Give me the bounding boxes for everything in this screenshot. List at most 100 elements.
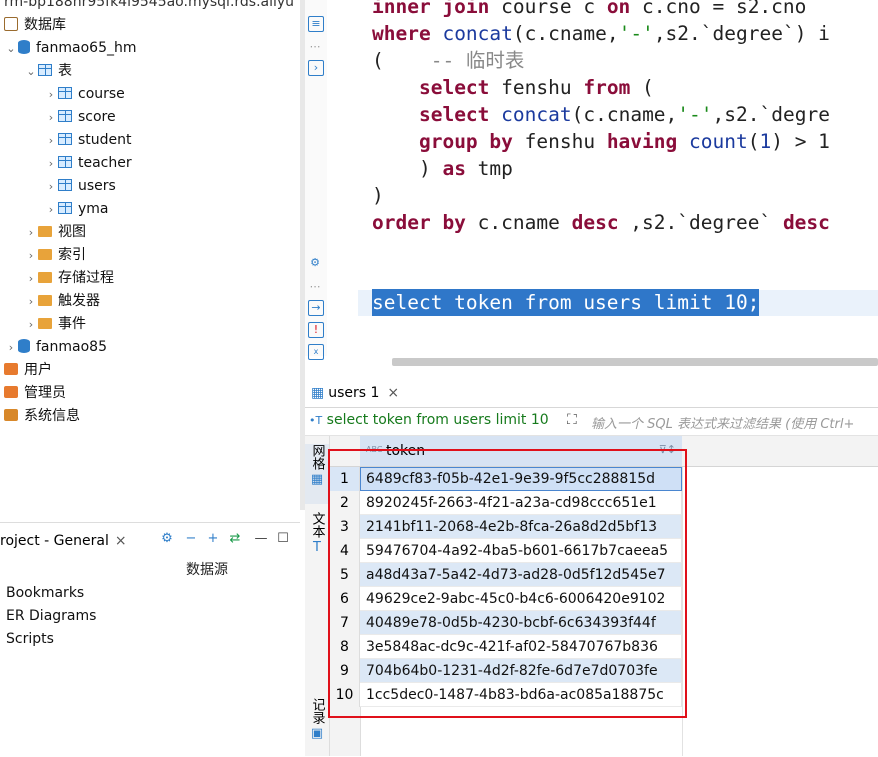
table-row[interactable]: 8 3e5848ac-dc9c-421f-af02-58470767b836 bbox=[330, 635, 878, 659]
project-item-er-diagrams[interactable]: ER Diagrams bbox=[6, 608, 96, 624]
tree-folder-indexes[interactable]: › 索引 bbox=[24, 244, 86, 266]
tab-record[interactable]: 记录 ▣ bbox=[305, 698, 329, 752]
tables-folder-icon bbox=[38, 64, 52, 76]
terminal-icon[interactable]: › bbox=[308, 60, 324, 76]
results-grid: ABC token ⊽↕ 1 6489cf83-f05b-42e1-9e39-9f… bbox=[330, 436, 878, 756]
table-row[interactable]: 3 2141bf11-2068-4e2b-8fca-26a8d2d5bf13 bbox=[330, 515, 878, 539]
table-icon: ▦ bbox=[311, 385, 325, 401]
table-row[interactable]: 10 1cc5dec0-1487-4b83-bd6a-ac085a18875c bbox=[330, 683, 878, 707]
minimize-icon[interactable]: — bbox=[254, 532, 268, 546]
code-line: group by fenshu having count(1) > 1 bbox=[418, 130, 830, 153]
tree-schema-fanmao65[interactable]: ⌄ fanmao65_hm bbox=[4, 37, 137, 59]
datasource-column-header: 数据源 bbox=[186, 562, 228, 578]
tab-grid[interactable]: 网格 ▦ bbox=[305, 444, 329, 504]
project-panel: roject - General × ⚙ − + ⇄ — ☐ 数据源 Bookma… bbox=[0, 522, 300, 757]
table-row[interactable]: 1 6489cf83-f05b-42e1-9e39-9f5cc288815d bbox=[330, 467, 878, 491]
filter-input[interactable]: 输入一个 SQL 表达式来过滤结果 (使用 Ctrl+ bbox=[591, 413, 854, 432]
more-icon[interactable]: ⋯ bbox=[308, 40, 322, 54]
expand-icon[interactable]: + bbox=[206, 532, 220, 546]
filter-icon[interactable]: ⛶ bbox=[567, 412, 577, 428]
xml-icon[interactable]: x bbox=[308, 344, 324, 360]
chevron-right-icon[interactable]: › bbox=[24, 245, 38, 267]
file-icon[interactable]: ! bbox=[308, 322, 324, 338]
code-line: ( -- 临时表 bbox=[372, 49, 525, 72]
chevron-down-icon[interactable]: ⌄ bbox=[4, 38, 18, 60]
tree-table-course[interactable]: › course bbox=[44, 83, 125, 105]
more-icon[interactable]: ⋯ bbox=[308, 280, 322, 294]
admin-icon bbox=[4, 386, 18, 398]
chevron-right-icon[interactable]: › bbox=[24, 268, 38, 290]
gear-icon[interactable]: ⚙ bbox=[160, 532, 174, 546]
chevron-right-icon[interactable]: › bbox=[44, 176, 58, 198]
code-line: select concat(c.cname,'-',s2.`degre bbox=[418, 103, 830, 126]
chevron-right-icon[interactable]: › bbox=[44, 153, 58, 175]
maximize-icon[interactable]: ☐ bbox=[276, 532, 290, 546]
results-tab-users[interactable]: ▦ users 1 × bbox=[305, 379, 406, 407]
table-icon bbox=[58, 110, 72, 122]
chevron-down-icon[interactable]: ⌄ bbox=[24, 61, 38, 83]
chevron-right-icon[interactable]: › bbox=[44, 84, 58, 106]
tree-table-teacher[interactable]: › teacher bbox=[44, 152, 132, 174]
chevron-right-icon[interactable]: › bbox=[44, 130, 58, 152]
tree-databases[interactable]: 数据库 bbox=[4, 14, 66, 36]
tree-users[interactable]: 用户 bbox=[4, 359, 52, 381]
column-header-token[interactable]: ABC token ⊽↕ bbox=[360, 436, 682, 466]
chevron-right-icon[interactable]: › bbox=[4, 337, 18, 359]
tree-system-info[interactable]: 系统信息 bbox=[4, 405, 80, 427]
table-row[interactable]: 4 59476704-4a92-4ba5-b601-6617b7caeea5 bbox=[330, 539, 878, 563]
executed-query[interactable]: •T select token from users limit 10 bbox=[309, 412, 549, 428]
tree-schema-fanmao85[interactable]: › fanmao85 bbox=[4, 336, 107, 358]
script-icon[interactable]: ≡ bbox=[308, 16, 324, 32]
tree-folder-procedures[interactable]: › 存储过程 bbox=[24, 267, 114, 289]
tree-folder-triggers[interactable]: › 触发器 bbox=[24, 290, 100, 312]
collapse-icon[interactable]: − bbox=[184, 532, 198, 546]
results-filter-bar: •T select token from users limit 10 ⛶ 输入… bbox=[305, 409, 878, 436]
folder-icon bbox=[38, 271, 52, 283]
editor-horizontal-scrollbar[interactable] bbox=[392, 358, 878, 366]
chevron-right-icon[interactable]: › bbox=[44, 107, 58, 129]
close-icon[interactable]: × bbox=[115, 533, 127, 549]
project-tab[interactable]: roject - General × bbox=[0, 527, 127, 555]
chevron-right-icon[interactable]: › bbox=[24, 222, 38, 244]
table-row[interactable]: 6 49629ce2-9abc-45c0-b4c6-6006420e9102 bbox=[330, 587, 878, 611]
grid-divider bbox=[682, 467, 683, 756]
code-line: ) as tmp bbox=[372, 157, 513, 180]
connection-title[interactable]: rm-bp188hr95fk4l9545ao.mysql.rds.aliyu bbox=[4, 0, 294, 10]
gear-icon[interactable]: ⚙ bbox=[308, 256, 322, 270]
query-icon: •T bbox=[309, 414, 323, 427]
project-item-bookmarks[interactable]: Bookmarks bbox=[6, 585, 84, 601]
tree-table-yma[interactable]: › yma bbox=[44, 198, 109, 220]
tree-admins[interactable]: 管理员 bbox=[4, 382, 66, 404]
chevron-right-icon[interactable]: › bbox=[24, 291, 38, 313]
tree-table-users[interactable]: › users bbox=[44, 175, 116, 197]
database-icon bbox=[18, 40, 30, 54]
table-row[interactable]: 7 40489e78-0d5b-4230-bcbf-6c634393f44f bbox=[330, 611, 878, 635]
close-icon[interactable]: × bbox=[387, 385, 399, 401]
selected-statement[interactable]: select token from users limit 10; bbox=[372, 289, 760, 316]
tree-table-student[interactable]: › student bbox=[44, 129, 132, 151]
table-row[interactable]: 5 a48d43a7-5a42-4d73-ad28-0d5f12d545e7 bbox=[330, 563, 878, 587]
tree-table-score[interactable]: › score bbox=[44, 106, 116, 128]
table-row[interactable]: 2 8920245f-2663-4f21-a23a-cd98ccc651e1 bbox=[330, 491, 878, 515]
users-icon bbox=[4, 363, 18, 375]
chevron-right-icon[interactable]: › bbox=[44, 199, 58, 221]
row-header-filler bbox=[330, 707, 361, 756]
tree-folder-events[interactable]: › 事件 bbox=[24, 313, 86, 335]
chevron-right-icon[interactable]: › bbox=[24, 314, 38, 336]
export-icon[interactable]: → bbox=[308, 300, 324, 316]
sql-editor[interactable]: inner join course c on c.cno = s2.cno wh… bbox=[330, 0, 878, 352]
code-line: order by c.cname desc ,s2.`degree` desc bbox=[372, 211, 830, 234]
table-row[interactable]: 9 704b64b0-1231-4d2f-82fe-6d7e7d0703fe bbox=[330, 659, 878, 683]
system-info-icon bbox=[4, 409, 18, 421]
project-item-scripts[interactable]: Scripts bbox=[6, 631, 54, 647]
text-icon: T bbox=[313, 540, 321, 555]
folder-icon bbox=[38, 294, 52, 306]
table-icon bbox=[58, 133, 72, 145]
sort-filter-icon[interactable]: ⊽↕ bbox=[659, 443, 676, 456]
tab-text[interactable]: 文本 T bbox=[305, 512, 329, 572]
result-view-tabs: 网格 ▦ 文本 T 记录 ▣ bbox=[305, 436, 330, 756]
link-icon[interactable]: ⇄ bbox=[228, 532, 242, 546]
table-icon bbox=[58, 156, 72, 168]
tree-tables-folder[interactable]: ⌄ 表 bbox=[24, 60, 72, 82]
tree-folder-views[interactable]: › 视图 bbox=[24, 221, 86, 243]
